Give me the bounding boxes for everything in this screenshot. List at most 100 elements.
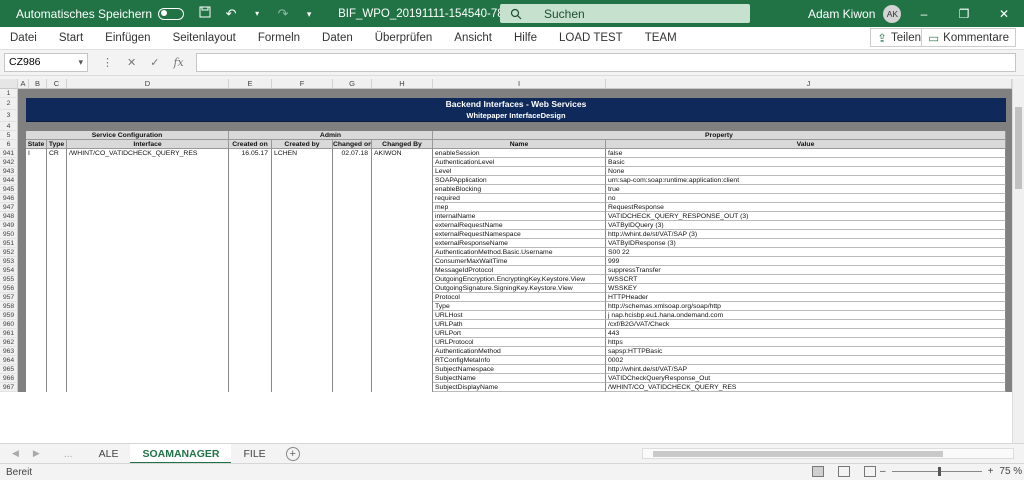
record-iface[interactable] (67, 347, 229, 356)
frame-border[interactable] (18, 140, 26, 149)
frame-border[interactable] (18, 158, 26, 167)
record-cby[interactable] (272, 230, 333, 239)
frame-border[interactable] (18, 320, 26, 329)
record-con[interactable] (229, 239, 272, 248)
record-state[interactable] (26, 221, 47, 230)
record-iface[interactable] (67, 158, 229, 167)
property-value[interactable]: false (606, 149, 1006, 158)
row-number[interactable]: 951 (0, 239, 18, 248)
property-name[interactable]: externalRequestNamespace (433, 230, 606, 239)
formula-input[interactable] (195, 53, 1016, 72)
record-chon[interactable] (333, 266, 372, 275)
property-name[interactable]: OutgoingEncryption.EncryptingKey.Keystor… (433, 275, 606, 284)
property-name[interactable]: ConsumerMaxWaitTime (433, 257, 606, 266)
group-property[interactable]: Property (433, 131, 1006, 140)
record-chon[interactable] (333, 329, 372, 338)
header-type[interactable]: Type (47, 140, 67, 149)
col-header-f[interactable]: F (272, 79, 333, 88)
record-type[interactable] (47, 167, 67, 176)
row-number[interactable]: 954 (0, 266, 18, 275)
record-type[interactable] (47, 284, 67, 293)
property-value[interactable]: VATByIDQuery (3) (606, 221, 1006, 230)
record-chon[interactable] (333, 185, 372, 194)
record-type[interactable] (47, 248, 67, 257)
col-header-i[interactable]: I (433, 79, 606, 88)
property-name[interactable]: OutgoingSignature.SigningKey.Keystore.Vi… (433, 284, 606, 293)
record-chon[interactable] (333, 248, 372, 257)
sheet-tab-file[interactable]: FILE (231, 444, 277, 464)
col-header-d[interactable]: D (67, 79, 229, 88)
record-chby[interactable] (372, 239, 433, 248)
banner-title[interactable]: Backend Interfaces - Web Services (26, 98, 1006, 110)
record-iface[interactable] (67, 230, 229, 239)
frame-border[interactable] (18, 266, 26, 275)
confirm-icon[interactable]: ✓ (150, 56, 159, 69)
header-name[interactable]: Name (433, 140, 606, 149)
record-iface[interactable] (67, 167, 229, 176)
record-type[interactable] (47, 239, 67, 248)
record-con[interactable] (229, 311, 272, 320)
record-cby[interactable] (272, 275, 333, 284)
property-name[interactable]: externalRequestName (433, 221, 606, 230)
menu-ueberpruefen[interactable]: Überprüfen (364, 32, 444, 44)
property-name[interactable]: URLProtocol (433, 338, 606, 347)
record-chby[interactable] (372, 158, 433, 167)
property-name[interactable]: SubjectNamespace (433, 365, 606, 374)
row-number[interactable]: 959 (0, 311, 18, 320)
header-value[interactable]: Value (606, 140, 1006, 149)
menu-hilfe[interactable]: Hilfe (503, 32, 548, 44)
record-state[interactable] (26, 194, 47, 203)
property-name[interactable]: URLPath (433, 320, 606, 329)
record-chon[interactable] (333, 212, 372, 221)
record-con[interactable] (229, 293, 272, 302)
frame-border[interactable] (18, 284, 26, 293)
record-cby[interactable] (272, 302, 333, 311)
record-state[interactable] (26, 203, 47, 212)
frame-border[interactable] (18, 338, 26, 347)
row-number[interactable]: 967 (0, 383, 18, 392)
record-cby[interactable] (272, 257, 333, 266)
record-iface[interactable] (67, 284, 229, 293)
record-cby[interactable] (272, 284, 333, 293)
group-admin[interactable]: Admin (229, 131, 433, 140)
record-state[interactable] (26, 302, 47, 311)
record-state[interactable] (26, 167, 47, 176)
row-number[interactable]: 953 (0, 257, 18, 266)
worksheet-grid[interactable]: A B C D E F G H I J 1 2 Backend Interfaces… (0, 79, 1024, 443)
row-number[interactable]: 960 (0, 320, 18, 329)
frame-border[interactable] (18, 239, 26, 248)
record-chon[interactable] (333, 284, 372, 293)
record-chby[interactable] (372, 329, 433, 338)
record-cby[interactable] (272, 365, 333, 374)
record-type[interactable] (47, 383, 67, 392)
frame-border[interactable] (18, 185, 26, 194)
property-value[interactable]: /WHINT/CO_VATIDCHECK_QUERY_RES (606, 383, 1006, 392)
property-value[interactable]: suppressTransfer (606, 266, 1006, 275)
next-sheet-icon[interactable]: ▶ (33, 448, 40, 459)
frame-border[interactable] (18, 329, 26, 338)
property-value[interactable]: 443 (606, 329, 1006, 338)
row-number[interactable]: 958 (0, 302, 18, 311)
col-header-g[interactable]: G (333, 79, 372, 88)
frame-border[interactable] (18, 221, 26, 230)
menu-start[interactable]: Start (48, 32, 94, 44)
record-con[interactable] (229, 185, 272, 194)
record-type[interactable] (47, 176, 67, 185)
record-con[interactable] (229, 365, 272, 374)
record-type[interactable] (47, 194, 67, 203)
property-value[interactable]: no (606, 194, 1006, 203)
record-state[interactable] (26, 212, 47, 221)
property-name[interactable]: RTConfigMetaInfo (433, 356, 606, 365)
row-number[interactable]: 963 (0, 347, 18, 356)
property-name[interactable]: MessageIdProtocol (433, 266, 606, 275)
record-chby[interactable] (372, 383, 433, 392)
frame-border[interactable] (18, 203, 26, 212)
property-name[interactable]: Level (433, 167, 606, 176)
record-iface[interactable] (67, 194, 229, 203)
frame-border[interactable] (18, 89, 1012, 98)
row-number[interactable]: 949 (0, 221, 18, 230)
frame-border[interactable] (18, 257, 26, 266)
record-type[interactable] (47, 356, 67, 365)
frame-border[interactable] (18, 194, 26, 203)
property-name[interactable]: externalResponseName (433, 239, 606, 248)
